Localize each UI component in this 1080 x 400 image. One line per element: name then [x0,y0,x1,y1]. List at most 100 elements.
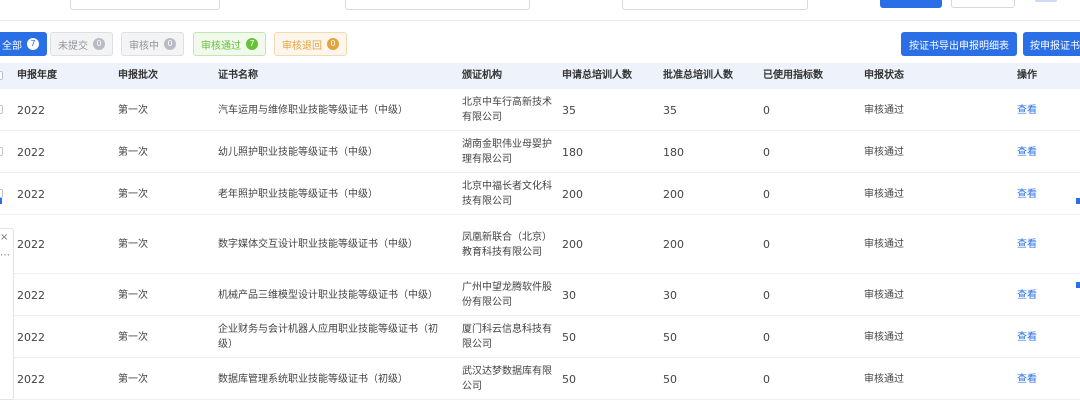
export-detail-button[interactable]: 按证书导出申报明细表 [901,32,1017,56]
cell-batch: 第一次 [118,215,208,274]
cell-used-text: 0 [763,372,770,386]
search-field-2[interactable] [345,0,530,10]
cell-approved: 180 [663,131,753,173]
cell-applied-text: 200 [562,187,583,201]
cell-issuer: 湖南金职伟业母婴护理有限公司 [462,131,552,173]
cell-approved-text: 180 [663,145,684,159]
cell-used: 0 [763,358,853,400]
view-link[interactable]: 查看 [1017,215,1057,274]
cell-issuer: 北京中福长者文化科技有限公司 [462,173,552,215]
cell-used-text: 0 [763,145,770,159]
table-row: 2022 第一次 数字媒体交互设计职业技能等级证书（中级） 凤凰新联合（北京）教育科技… [0,215,1080,274]
cell-applied-text: 200 [562,238,583,251]
cell-applied-text: 30 [562,288,576,302]
more-icon[interactable]: ⋯ [0,250,10,261]
tab-reviewing[interactable]: 审核中 0 [121,32,184,56]
cell-cert-name: 机械产品三维模型设计职业技能等级证书（中级） [218,274,448,316]
view-link-text[interactable]: 查看 [1017,145,1037,160]
cell-issuer-text: 北京中车行高新技术有限公司 [462,97,552,123]
table-header: 申报年度 申报批次 证书名称 颁证机构 申请总培训人数 批准总培训人数 已使用指… [0,63,1080,89]
view-link[interactable]: 查看 [1017,274,1057,316]
cell-approved-text: 200 [663,187,684,201]
cell-year-text: 2022 [17,288,45,302]
header-cert-name: 证书名称 [218,70,258,81]
cell-year-text: 2022 [17,187,45,201]
view-link-text[interactable]: 查看 [1017,330,1037,345]
header-used: 已使用指标数 [763,70,823,81]
view-link-text[interactable]: 查看 [1017,187,1037,202]
cell-issuer-text: 北京中福长者文化科技有限公司 [462,181,552,207]
tab-draft[interactable]: 未提交 0 [50,32,113,56]
view-link[interactable]: 查看 [1017,131,1057,173]
row-checkbox[interactable] [0,189,3,198]
cell-applied: 50 [562,358,652,400]
cell-year-text: 2022 [17,238,45,251]
cell-cert-name-text: 数字媒体交互设计职业技能等级证书（中级） [218,239,418,250]
cell-applied: 200 [562,173,652,215]
view-link-text[interactable]: 查看 [1017,372,1037,387]
cell-batch: 第一次 [118,274,208,316]
cell-cert-name-text: 幼儿照护职业技能等级证书（中级） [218,146,378,158]
divider [0,20,1080,21]
cell-batch-text: 第一次 [118,104,148,116]
row-checkbox[interactable] [0,147,3,156]
cell-cert-name: 老年照护职业技能等级证书（中级） [218,173,448,215]
cell-status: 审核通过 [864,316,954,358]
cell-issuer-text: 厦门科云信息科技有限公司 [462,324,552,350]
header-status: 申报状态 [864,70,904,81]
cell-issuer-text: 广州中望龙腾软件股份有限公司 [462,282,552,308]
search-field-1[interactable] [70,0,220,10]
cell-cert-name-text: 企业财务与会计机器人应用职业技能等级证书（初级） [218,324,438,350]
view-link[interactable]: 查看 [1017,89,1057,131]
view-link-text[interactable]: 查看 [1017,288,1037,303]
cell-batch-text: 第一次 [118,373,148,385]
view-link[interactable]: 查看 [1017,316,1057,358]
cell-approved: 200 [663,173,753,215]
search-button[interactable] [880,0,942,8]
table-row: 2022 第一次 数据库管理系统职业技能等级证书（初级） 武汉达梦数据库有限公司 50 5… [0,358,1080,400]
tab-count-badge: 7 [246,38,258,50]
export-by-cert-button[interactable]: 按申报证书试 [1023,32,1080,56]
tab-label: 审核通过 [201,40,241,52]
search-field-3[interactable] [622,0,808,10]
cell-year: 2022 [17,173,107,215]
cell-batch: 第一次 [118,131,208,173]
view-link-text[interactable]: 查看 [1017,103,1037,118]
cell-approved-text: 35 [663,103,677,117]
cell-approved-text: 30 [663,288,677,302]
scroll-marker [0,198,2,204]
row-checkbox[interactable] [0,105,3,114]
cell-status-text: 审核通过 [864,146,904,158]
tab-approved[interactable]: 审核通过 7 [193,32,266,56]
cell-batch: 第一次 [118,358,208,400]
tab-all[interactable]: 全部 7 [0,32,47,56]
cell-applied-text: 180 [562,145,583,159]
cell-year: 2022 [17,215,107,274]
cell-year: 2022 [17,274,107,316]
expand-link[interactable] [1035,0,1057,2]
cell-issuer-text: 湖南金职伟业母婴护理有限公司 [462,139,552,165]
cell-issuer: 北京中车行高新技术有限公司 [462,89,552,131]
cell-used-text: 0 [763,103,770,117]
cell-status-text: 审核通过 [864,188,904,200]
header-approved: 批准总培训人数 [663,70,733,81]
close-icon[interactable]: × [0,232,8,243]
reset-button[interactable] [951,0,1015,8]
cell-approved: 50 [663,358,753,400]
cell-batch: 第一次 [118,316,208,358]
cell-used: 0 [763,215,853,274]
select-all-checkbox[interactable] [0,71,3,80]
cell-batch-text: 第一次 [118,188,148,200]
cell-used: 0 [763,89,853,131]
tab-returned[interactable]: 审核退回 0 [274,32,347,56]
cell-issuer: 武汉达梦数据库有限公司 [462,358,552,400]
tab-count-badge: 0 [93,38,105,50]
view-link-text[interactable]: 查看 [1017,237,1037,252]
cell-year: 2022 [17,131,107,173]
view-link[interactable]: 查看 [1017,358,1057,400]
cell-status-text: 审核通过 [864,331,904,343]
view-link[interactable]: 查看 [1017,173,1057,215]
cell-cert-name: 汽车运用与维修职业技能等级证书（中级） [218,89,448,131]
cell-year-text: 2022 [17,372,45,386]
cell-applied-text: 50 [562,372,576,386]
